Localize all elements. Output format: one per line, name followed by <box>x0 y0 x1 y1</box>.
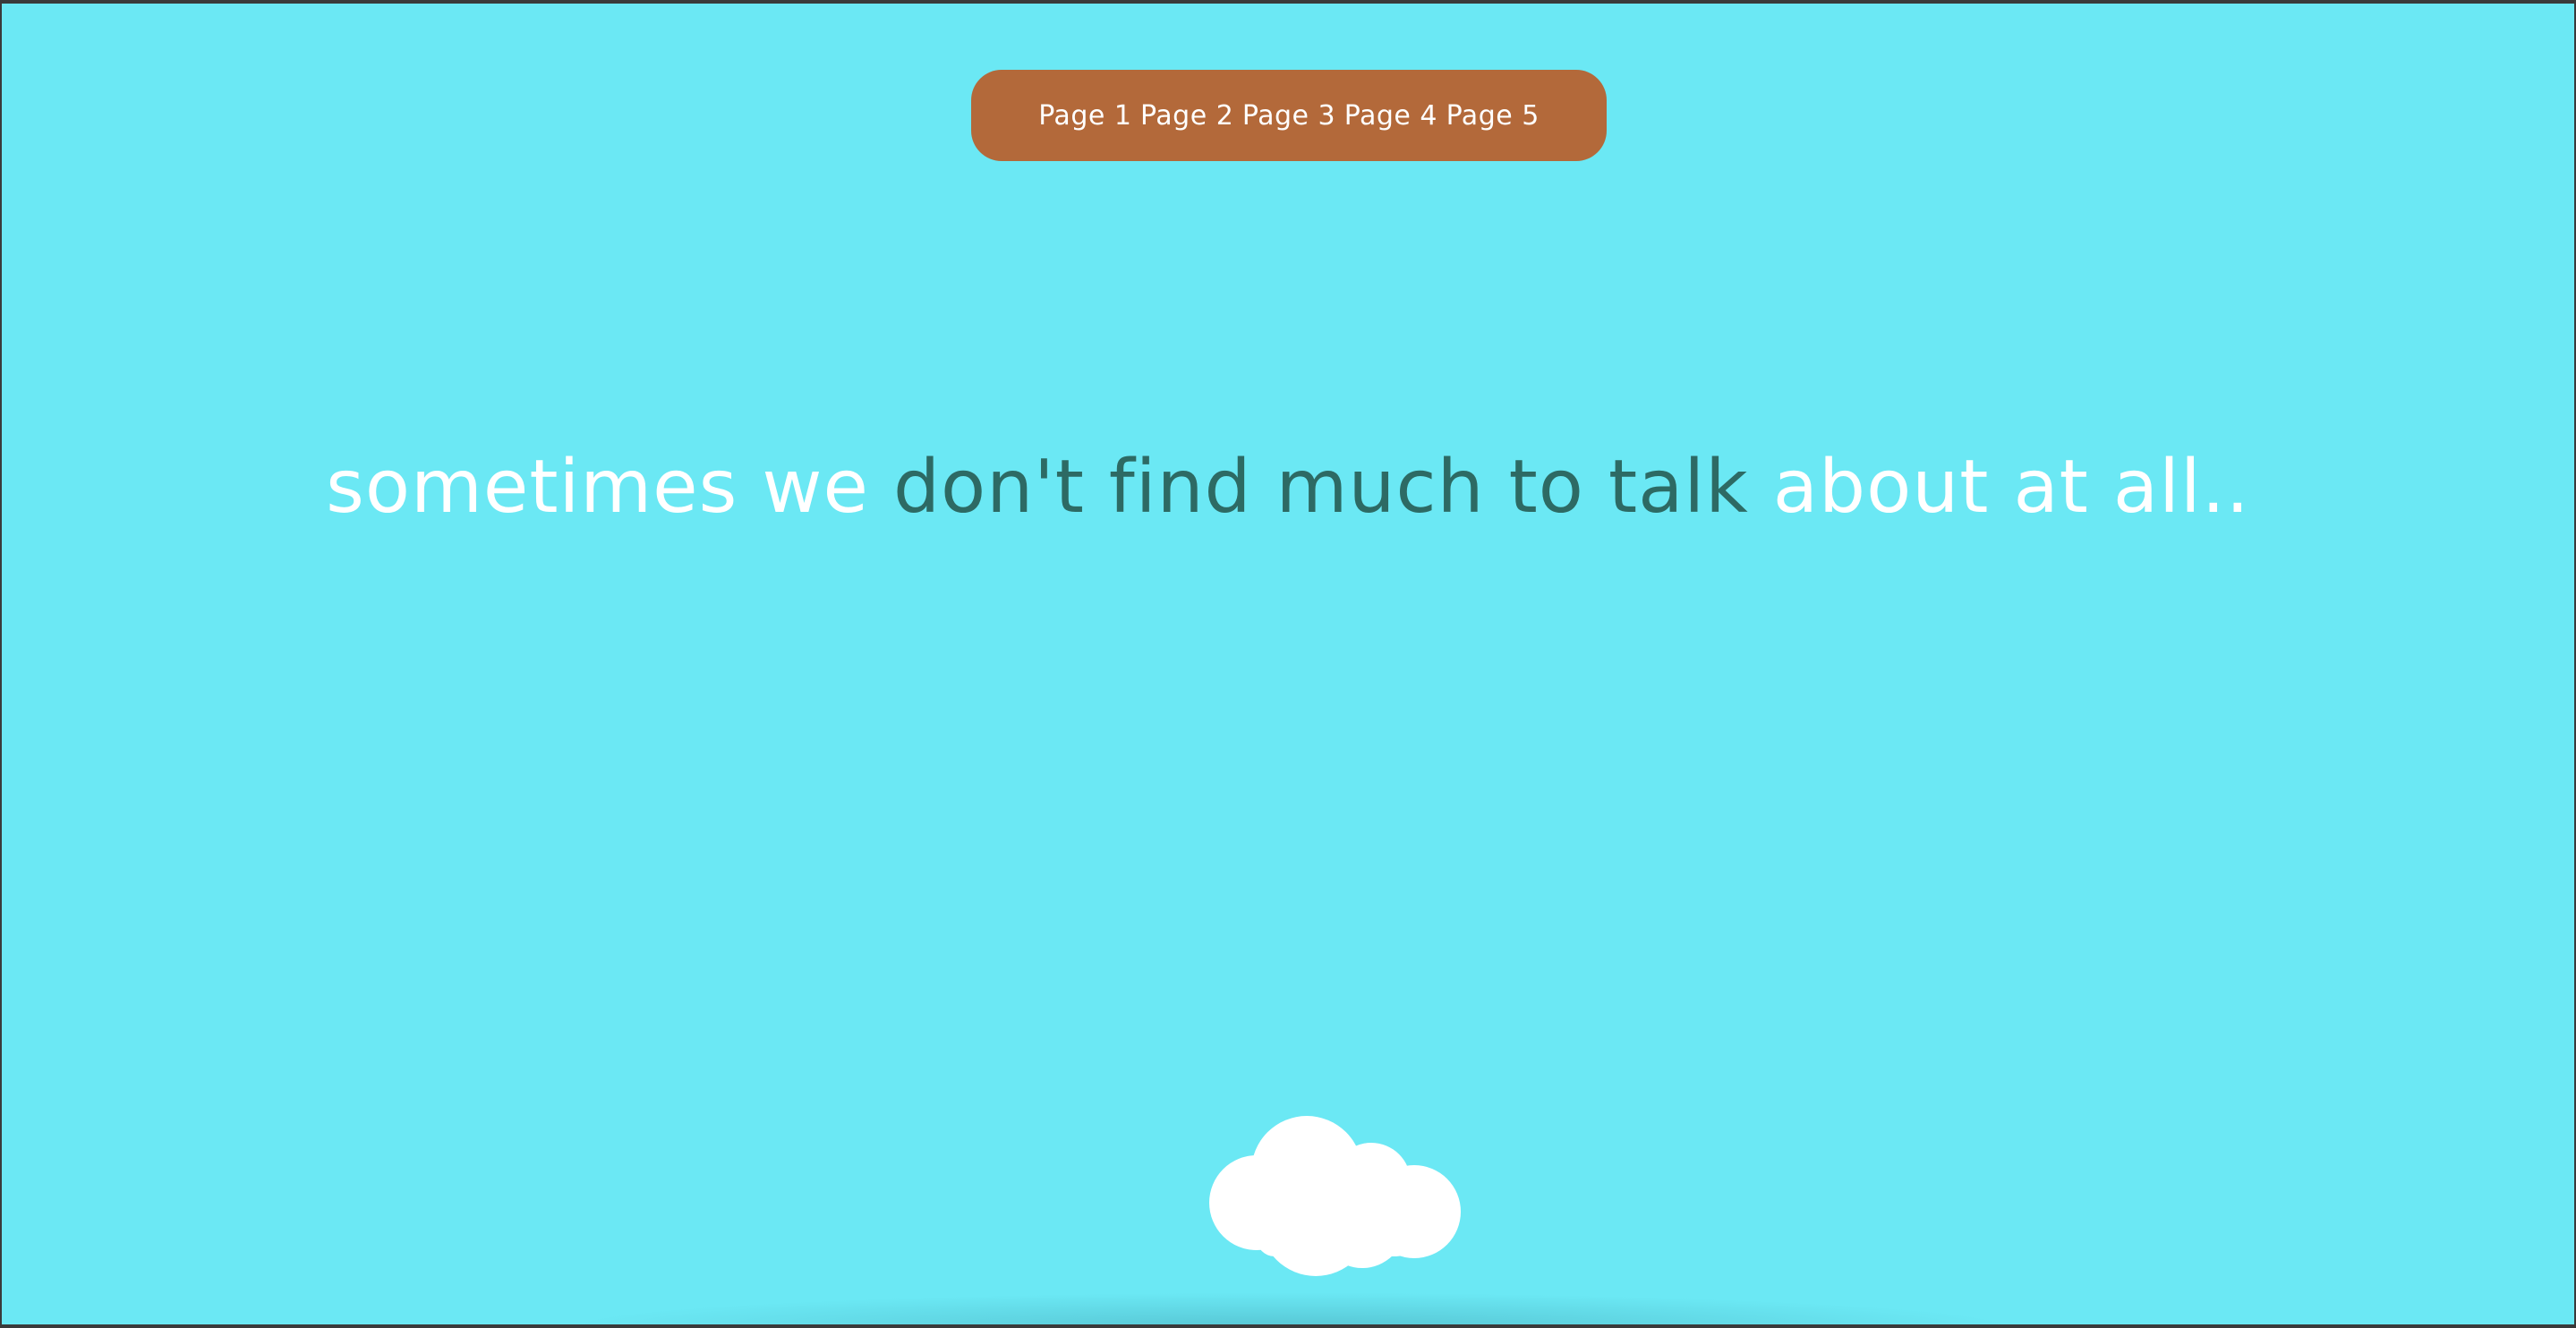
page-canvas: Page 1 Page 2 Page 3 Page 4 Page 5 somet… <box>2 4 2574 1324</box>
page-navigation: Page 1 Page 2 Page 3 Page 4 Page 5 <box>971 70 1607 161</box>
headline-part-3: about at all.. <box>1772 445 2250 530</box>
nav-link-page-2[interactable]: Page 2 <box>1140 100 1233 132</box>
nav-link-page-1[interactable]: Page 1 <box>1038 100 1131 132</box>
cloud-icon <box>1209 1116 1461 1276</box>
headline-part-1: sometimes we <box>326 445 869 530</box>
headline-part-2: don't find much to talk <box>892 445 1749 530</box>
cloud-shadow <box>557 1292 2025 1324</box>
nav-link-page-4[interactable]: Page 4 <box>1344 100 1437 132</box>
headline: sometimes we don't find much to talk abo… <box>2 438 2574 537</box>
nav-link-page-3[interactable]: Page 3 <box>1242 100 1335 132</box>
nav-link-page-5[interactable]: Page 5 <box>1446 100 1540 132</box>
